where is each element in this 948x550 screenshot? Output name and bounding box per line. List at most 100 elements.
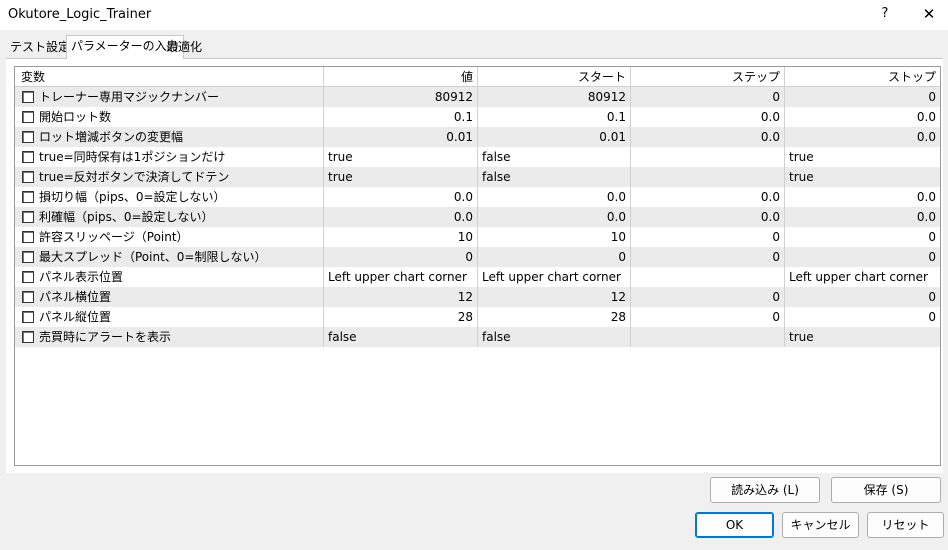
table-row[interactable]: 許容スリッページ（Point） 10 10 0 0 (15, 227, 940, 247)
optimize-checkbox[interactable] (22, 231, 34, 243)
start-cell[interactable]: false (478, 167, 631, 187)
load-button[interactable]: 読み込み (L) (710, 477, 820, 503)
step-cell[interactable]: 0 (631, 227, 785, 247)
table-row[interactable]: 最大スプレッド（Point、0=制限しない） 0 0 0 0 (15, 247, 940, 267)
table-row[interactable]: 開始ロット数 0.1 0.1 0.0 0.0 (15, 107, 940, 127)
optimize-checkbox[interactable] (22, 271, 34, 283)
table-row[interactable]: true=同時保有は1ポジションだけ true false true (15, 147, 940, 167)
optimize-checkbox[interactable] (22, 331, 34, 343)
table-row[interactable]: トレーナー専用マジックナンバー 80912 80912 0 0 (15, 87, 940, 107)
table-row[interactable]: 売買時にアラートを表示 false false true (15, 327, 940, 347)
step-cell[interactable] (631, 327, 785, 347)
header-step[interactable]: ステップ (631, 67, 785, 87)
stop-cell[interactable]: 0 (785, 227, 940, 247)
step-cell[interactable]: 0.0 (631, 107, 785, 127)
start-cell[interactable]: 0.0 (478, 207, 631, 227)
tab-test-settings[interactable]: テスト設定 (6, 37, 74, 58)
optimize-checkbox[interactable] (22, 131, 34, 143)
stop-cell[interactable]: 0 (785, 87, 940, 107)
start-cell[interactable]: 0 (478, 247, 631, 267)
value-cell[interactable]: 0 (324, 247, 478, 267)
help-button[interactable]: ? (868, 0, 902, 28)
value-cell[interactable]: 28 (324, 307, 478, 327)
table-header: 変数 値 スタート ステップ ストップ (15, 67, 940, 87)
save-button[interactable]: 保存 (S) (831, 477, 941, 503)
stop-cell[interactable]: true (785, 167, 940, 187)
table-row[interactable]: ロット増減ボタンの変更幅 0.01 0.01 0.0 0.0 (15, 127, 940, 147)
stop-cell[interactable]: 0.0 (785, 187, 940, 207)
table-row[interactable]: パネル縦位置 28 28 0 0 (15, 307, 940, 327)
step-cell[interactable]: 0 (631, 87, 785, 107)
step-cell[interactable]: 0 (631, 307, 785, 327)
step-cell[interactable] (631, 147, 785, 167)
step-cell[interactable] (631, 267, 785, 287)
optimize-checkbox[interactable] (22, 151, 34, 163)
stop-cell[interactable]: 0.0 (785, 107, 940, 127)
value-cell[interactable]: 10 (324, 227, 478, 247)
header-value[interactable]: 値 (324, 67, 478, 87)
stop-cell[interactable]: 0.0 (785, 127, 940, 147)
stop-cell[interactable]: Left upper chart corner (785, 267, 940, 287)
step-cell[interactable]: 0 (631, 287, 785, 307)
start-cell[interactable]: 0.0 (478, 187, 631, 207)
start-cell[interactable]: 28 (478, 307, 631, 327)
start-cell[interactable]: Left upper chart corner (478, 267, 631, 287)
value-cell[interactable]: true (324, 167, 478, 187)
stop-cell[interactable]: true (785, 327, 940, 347)
value-cell[interactable]: 0.0 (324, 187, 478, 207)
table-row[interactable]: パネル横位置 12 12 0 0 (15, 287, 940, 307)
optimize-checkbox[interactable] (22, 91, 34, 103)
start-cell[interactable]: 10 (478, 227, 631, 247)
stop-cell[interactable]: true (785, 147, 940, 167)
header-start[interactable]: スタート (478, 67, 631, 87)
table-row[interactable]: true=反対ボタンで決済してドテン true false true (15, 167, 940, 187)
value-cell[interactable]: Left upper chart corner (324, 267, 478, 287)
step-cell[interactable]: 0.0 (631, 127, 785, 147)
step-cell[interactable]: 0.0 (631, 207, 785, 227)
value-cell[interactable]: 0.0 (324, 207, 478, 227)
start-cell[interactable]: 0.01 (478, 127, 631, 147)
table-row[interactable]: パネル表示位置 Left upper chart corner Left upper… (15, 267, 940, 287)
parameter-name: 損切り幅（pips、0=設定しない） (15, 187, 324, 207)
table-row[interactable]: 損切り幅（pips、0=設定しない） 0.0 0.0 0.0 0.0 (15, 187, 940, 207)
start-cell[interactable]: 80912 (478, 87, 631, 107)
table-row[interactable]: 利確幅（pips、0=設定しない） 0.0 0.0 0.0 0.0 (15, 207, 940, 227)
start-cell[interactable]: 0.1 (478, 107, 631, 127)
parameter-name: 利確幅（pips、0=設定しない） (15, 207, 324, 227)
optimize-checkbox[interactable] (22, 311, 34, 323)
ok-button[interactable]: OK (695, 512, 774, 538)
step-cell[interactable] (631, 167, 785, 187)
parameter-name: true=反対ボタンで決済してドテン (15, 167, 324, 187)
stop-cell[interactable]: 0.0 (785, 207, 940, 227)
value-cell[interactable]: false (324, 327, 478, 347)
parameter-name: 許容スリッページ（Point） (15, 227, 324, 247)
close-icon[interactable]: ✕ (910, 0, 948, 28)
parameter-name: パネル縦位置 (15, 307, 324, 327)
value-cell[interactable]: true (324, 147, 478, 167)
start-cell[interactable]: false (478, 147, 631, 167)
optimize-checkbox[interactable] (22, 251, 34, 263)
title-bar: Okutore_Logic_Trainer ? ✕ (0, 0, 948, 30)
stop-cell[interactable]: 0 (785, 287, 940, 307)
stop-cell[interactable]: 0 (785, 307, 940, 327)
parameter-label: 開始ロット数 (39, 110, 112, 124)
start-cell[interactable]: 12 (478, 287, 631, 307)
tab-optimization[interactable]: 最適化 (162, 37, 206, 58)
value-cell[interactable]: 12 (324, 287, 478, 307)
optimize-checkbox[interactable] (22, 291, 34, 303)
header-name[interactable]: 変数 (15, 67, 324, 87)
optimize-checkbox[interactable] (22, 171, 34, 183)
start-cell[interactable]: false (478, 327, 631, 347)
step-cell[interactable]: 0 (631, 247, 785, 267)
cancel-button[interactable]: キャンセル (782, 512, 859, 538)
optimize-checkbox[interactable] (22, 211, 34, 223)
value-cell[interactable]: 80912 (324, 87, 478, 107)
stop-cell[interactable]: 0 (785, 247, 940, 267)
reset-button[interactable]: リセット (867, 512, 944, 538)
optimize-checkbox[interactable] (22, 191, 34, 203)
value-cell[interactable]: 0.01 (324, 127, 478, 147)
optimize-checkbox[interactable] (22, 111, 34, 123)
value-cell[interactable]: 0.1 (324, 107, 478, 127)
step-cell[interactable]: 0.0 (631, 187, 785, 207)
header-stop[interactable]: ストップ (785, 67, 940, 87)
